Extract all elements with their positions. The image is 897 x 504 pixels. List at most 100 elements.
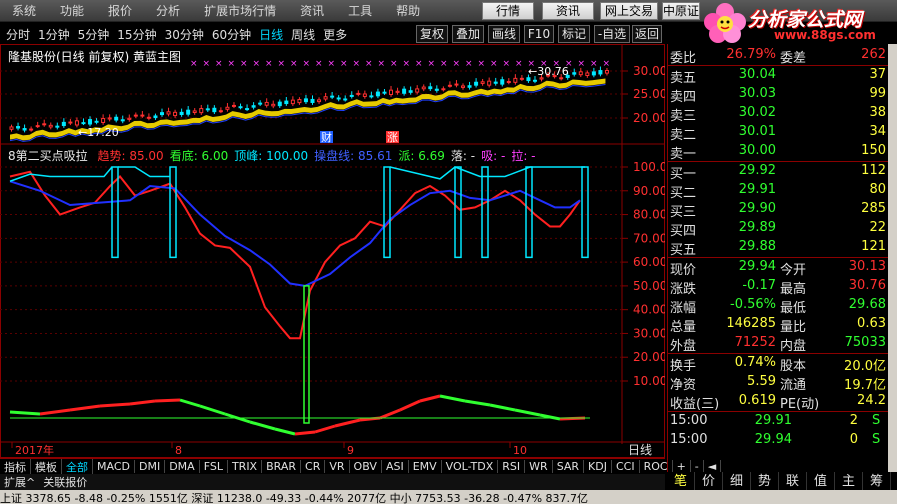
menu-help[interactable]: 帮助 (396, 2, 420, 19)
tick-vol-1: 0 (849, 432, 858, 447)
signal-marker-16: × (390, 59, 398, 69)
oscillator-seg-17 (419, 394, 441, 403)
menu-extended-market[interactable]: 扩展市场行情 (204, 2, 276, 19)
oscillator-seg-4 (129, 399, 156, 406)
indicator-tab-11[interactable]: OBV (350, 460, 382, 473)
candle-body-30 (205, 108, 210, 111)
indicator-tab-4[interactable]: DMI (135, 460, 166, 473)
menu-analysis[interactable]: 分析 (156, 2, 180, 19)
signal-marker-20: × (440, 59, 448, 69)
right-tab-3[interactable]: 势 (751, 472, 779, 492)
ask-row-0-value: 30.04 (738, 67, 776, 82)
stat-row-0-label: 现价 (670, 263, 697, 278)
indicator-tab-2[interactable]: 全部 (62, 458, 93, 475)
indicator-tab-17[interactable]: SAR (553, 460, 585, 473)
period-8[interactable]: 更多 (323, 26, 347, 43)
fund-row-2-value2: 24.2 (857, 393, 886, 408)
indicator-tab-8[interactable]: BRAR (262, 460, 302, 473)
candle-body-11 (81, 122, 86, 125)
vertical-scrollbar[interactable] (888, 44, 897, 472)
ext-item-1[interactable]: 关联报价 (39, 474, 91, 490)
indicator-tab-18[interactable]: KDJ (584, 460, 612, 473)
indicator-tab-14[interactable]: VOL-TDX (442, 460, 499, 473)
indicator-tab-15[interactable]: RSI (498, 460, 526, 473)
ext-item-0[interactable]: 扩展^ (0, 474, 39, 490)
tick-row-0: 15:00 29.91 2 S (668, 412, 889, 431)
oscillator-seg-13 (334, 418, 361, 428)
right-tab-0[interactable]: 笔 (667, 472, 695, 492)
stat-row-2-label: 涨幅 (670, 301, 697, 316)
chart-area[interactable]: 30.00 25.00 20.00 × × × × × × × × × × × × × × × × × × × × × × × × ×… (0, 44, 665, 458)
right-tab-1[interactable]: 价 (695, 472, 723, 492)
indicator-tab-9[interactable]: CR (301, 460, 326, 473)
candle-body-49 (330, 95, 335, 98)
indicator-tab-7[interactable]: TRIX (228, 460, 263, 473)
indicator-tab-6[interactable]: FSL (200, 460, 228, 473)
candle-body-71 (474, 81, 479, 86)
candle-body-19 (133, 114, 138, 117)
ind-axis-label-3: 70.00 (633, 231, 665, 245)
menu-news[interactable]: 资讯 (300, 2, 324, 19)
quote-button[interactable]: 行情 (482, 2, 534, 20)
candle-body-51 (343, 98, 348, 101)
candle-body-46 (310, 98, 315, 103)
draw-line-button[interactable]: 画线 (488, 25, 520, 43)
menu-tools[interactable]: 工具 (348, 2, 372, 19)
indicator-name: 8第二买点吸拉 (8, 149, 88, 163)
right-tab-6[interactable]: 主 (835, 472, 863, 492)
indicator-tab-10[interactable]: VR (325, 460, 350, 473)
indicator-tab-19[interactable]: CCI (612, 460, 640, 473)
logo-url[interactable]: www.88gs.com (774, 28, 876, 42)
f10-button[interactable]: F10 (524, 25, 554, 43)
signal-marker-14: × (365, 59, 373, 69)
bid-row-2-value: 29.90 (738, 201, 776, 216)
indicator-tab-3[interactable]: MACD (93, 460, 135, 473)
candle-body-79 (526, 77, 531, 82)
indicator-tab-0[interactable]: 指标 (0, 458, 31, 475)
stat-row-3: 总量 146285 量比 0.63 (668, 315, 889, 335)
period-6[interactable]: 日线 (259, 26, 283, 43)
menu-quote[interactable]: 报价 (108, 2, 132, 19)
indicator-tab-1[interactable]: 模板 (31, 458, 62, 475)
indicator-tab-5[interactable]: DMA (165, 460, 200, 473)
watchlist-button[interactable]: -自选 (594, 25, 630, 43)
news-button[interactable]: 资讯 (542, 2, 594, 20)
period-4[interactable]: 30分钟 (165, 26, 204, 43)
candle-body-25 (173, 111, 178, 117)
candle-body-27 (186, 109, 191, 115)
period-3[interactable]: 15分钟 (117, 26, 156, 43)
ask-row-4-value: 30.00 (738, 143, 776, 158)
bid-row-4-label: 买五 (670, 243, 697, 258)
site-logo: 分析家公式网 www.88gs.com (700, 0, 897, 44)
peak-drop-6 (581, 166, 589, 259)
right-tab-4[interactable]: 联 (779, 472, 807, 492)
online-trade-button[interactable]: 网上交易 (600, 2, 658, 20)
bid-row-0: 买一 29.92 112 (668, 162, 889, 182)
oscillator-seg-12 (314, 424, 336, 434)
broker-button[interactable]: 中原证 (662, 2, 700, 20)
candle-body-31 (212, 107, 217, 113)
signal-marker-0: × (190, 59, 198, 69)
period-1[interactable]: 1分钟 (38, 26, 70, 43)
period-2[interactable]: 5分钟 (78, 26, 110, 43)
right-tab-2[interactable]: 细 (723, 472, 751, 492)
oscillator-seg-15 (379, 408, 401, 420)
indicator-tab-16[interactable]: WR (525, 460, 553, 473)
adjust-button[interactable]: 复权 (416, 25, 448, 43)
right-tab-7[interactable]: 筹 (863, 472, 891, 492)
menu-system[interactable]: 系统 (12, 2, 36, 19)
period-7[interactable]: 周线 (291, 26, 315, 43)
candle-body-33 (225, 106, 230, 110)
overlay-button[interactable]: 叠加 (452, 25, 484, 43)
right-tab-5[interactable]: 值 (807, 472, 835, 492)
period-0[interactable]: 分时 (6, 26, 30, 43)
period-5[interactable]: 60分钟 (212, 26, 251, 43)
indicator-tab-12[interactable]: ASI (382, 460, 409, 473)
menu-function[interactable]: 功能 (60, 2, 84, 19)
indicator-tab-13[interactable]: EMV (409, 460, 442, 473)
candle-body-80 (532, 79, 537, 82)
chart-canvas[interactable]: 30.00 25.00 20.00 × × × × × × × × × × × × × × × × × × × × × × × × ×… (0, 44, 665, 458)
candle-body-21 (146, 116, 151, 119)
back-button[interactable]: 返回 (632, 25, 662, 43)
mark-button[interactable]: 标记 (558, 25, 590, 43)
